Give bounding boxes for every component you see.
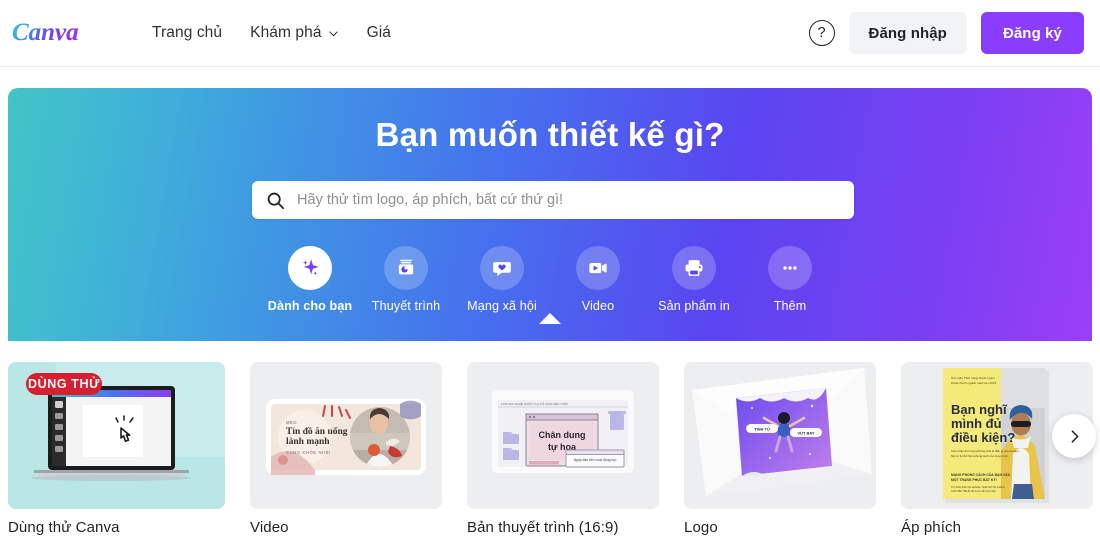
sparkle-icon bbox=[288, 246, 332, 290]
nav-item-explore-label: Khám phá bbox=[250, 24, 322, 41]
category-tab-video-label: Video bbox=[581, 299, 615, 313]
login-button[interactable]: Đăng nhập bbox=[848, 12, 967, 54]
presentation-chart-icon bbox=[384, 246, 428, 290]
nav-item-explore[interactable]: Khám phá bbox=[236, 16, 352, 50]
canva-homepage: Canva Trang chủ Khám phá Giá ? Đăng nhập… bbox=[0, 0, 1100, 538]
category-tab-presentation[interactable]: Thuyết trình bbox=[358, 246, 454, 313]
svg-text:TINH TÚ: TINH TÚ bbox=[754, 427, 770, 432]
svg-text:Tín đồ ăn uống: Tín đồ ăn uống bbox=[286, 426, 348, 437]
svg-text:điều kiện?: điều kiện? bbox=[951, 430, 1015, 445]
more-dots-icon bbox=[768, 246, 812, 290]
svg-text:VÚT BAY: VÚT BAY bbox=[797, 431, 815, 436]
hero-banner: Bạn muốn thiết kế gì? Dành bbox=[8, 88, 1092, 341]
site-header: Canva Trang chủ Khám phá Giá ? Đăng nhập… bbox=[0, 0, 1100, 66]
svg-text:Bạn nghĩ: Bạn nghĩ bbox=[951, 402, 1008, 417]
template-card-thumbnail[interactable]: LỚP HỌC NGHỆ THUẬT CỦA CÔ GIÁO HIỀN TUẤN bbox=[467, 362, 659, 509]
category-tab-more[interactable]: Thêm bbox=[742, 246, 838, 313]
signup-button[interactable]: Đăng ký bbox=[980, 12, 1084, 54]
nav-item-home-label: Trang chủ bbox=[152, 24, 223, 41]
svg-text:lành mạnh: lành mạnh bbox=[286, 437, 330, 447]
svg-text:MỘT TRANG PHỤC BẤT KỲ!: MỘT TRANG PHỤC BẤT KỲ! bbox=[951, 477, 997, 482]
search-bar[interactable] bbox=[252, 181, 854, 219]
template-card-row: DÙNG THỬ Dùng thử Canva MẸO Tín đồ ăn uố… bbox=[8, 362, 1100, 538]
category-tab-print-label: Sản phẩm in bbox=[658, 299, 730, 313]
svg-text:Tìm hiểu thêm tại website, hoặ: Tìm hiểu thêm tại website, hoặc liên hệ … bbox=[951, 485, 1005, 489]
template-card[interactable]: LỚP HỌC NGHỆ THUẬT CỦA CÔ GIÁO HIỀN TUẤN bbox=[467, 362, 659, 538]
svg-text:Ngày đầu tiên hoạt động lớp: Ngày đầu tiên hoạt động lớp bbox=[574, 458, 617, 462]
main-nav: Trang chủ Khám phá Giá bbox=[138, 16, 405, 50]
svg-text:LỚP HỌC NGHỆ THUẬT CỦA CÔ GIÁO: LỚP HỌC NGHỆ THUẬT CỦA CÔ GIÁO HIỀN TUẤN bbox=[501, 401, 568, 406]
nav-item-home[interactable]: Trang chủ bbox=[138, 16, 236, 50]
help-icon-glyph: ? bbox=[817, 25, 826, 41]
svg-text:mình đủ: mình đủ bbox=[951, 416, 1002, 431]
svg-text:DÙNG THỬ: DÙNG THỬ bbox=[28, 376, 100, 391]
nav-item-pricing[interactable]: Giá bbox=[353, 16, 405, 50]
canva-logo[interactable]: Canva bbox=[12, 16, 108, 50]
active-tab-pointer bbox=[539, 313, 561, 324]
chevron-right-icon bbox=[1071, 429, 1078, 443]
svg-text:Chân dung: Chân dung bbox=[539, 430, 586, 440]
category-tab-social-label: Mạng xã hội bbox=[467, 299, 537, 313]
svg-text:MẸO: MẸO bbox=[286, 420, 297, 425]
template-card[interactable]: DÙNG THỬ Dùng thử Canva bbox=[8, 362, 225, 538]
category-tab-more-label: Thêm bbox=[773, 299, 807, 313]
video-camera-icon bbox=[576, 246, 620, 290]
template-card-thumbnail[interactable]: TINH TÚ VÚT BAY bbox=[684, 362, 876, 509]
template-card[interactable]: MẸO Tín đồ ăn uống lành mạnh CÙNG KHỎE N… bbox=[250, 362, 442, 538]
template-card-thumbnail[interactable]: DÙNG THỬ bbox=[8, 362, 225, 509]
category-tab-for-you[interactable]: Dành cho bạn bbox=[262, 246, 561, 324]
category-tab-video[interactable]: Video bbox=[550, 246, 646, 313]
svg-text:Canva: Canva bbox=[12, 19, 79, 46]
template-card-thumbnail[interactable]: MẸO Tín đồ ăn uống lành mạnh CÙNG KHỎE N… bbox=[250, 362, 442, 509]
template-card-label: Bản thuyết trình (16:9) bbox=[467, 519, 619, 536]
header-divider bbox=[0, 66, 1100, 67]
nav-item-pricing-label: Giá bbox=[366, 24, 392, 41]
header-actions: ? Đăng nhập Đăng ký bbox=[808, 12, 1084, 54]
chevron-down-icon bbox=[328, 28, 339, 39]
carousel-next-button[interactable] bbox=[1052, 414, 1096, 458]
svg-text:Học viên Thời trang Hạnh Uyên: Học viên Thời trang Hạnh Uyên bbox=[951, 376, 995, 380]
svg-text:Khóa chính ngành niên học 2021: Khóa chính ngành niên học 2021 bbox=[951, 381, 997, 385]
category-tab-print[interactable]: Sản phẩm in bbox=[646, 246, 742, 313]
page-title: Bạn muốn thiết kế gì? bbox=[375, 116, 725, 153]
svg-text:CÙNG KHỎE NHÉ!: CÙNG KHỎE NHÉ! bbox=[286, 450, 331, 455]
svg-text:MANG PHONG CÁCH CỦA BẠN VÀO: MANG PHONG CÁCH CỦA BẠN VÀO bbox=[951, 472, 1011, 477]
help-icon[interactable]: ? bbox=[808, 20, 835, 46]
template-card[interactable]: TINH TÚ VÚT BAY Logo bbox=[684, 362, 876, 538]
template-card-label: Áp phích bbox=[901, 519, 962, 536]
category-tab-presentation-label: Thuyết trình bbox=[371, 299, 441, 313]
template-card-label: Video bbox=[250, 519, 289, 536]
printer-icon bbox=[672, 246, 716, 290]
speech-bubble-heart-icon bbox=[480, 246, 524, 290]
svg-text:Cảm nhận thời trang không phải: Cảm nhận thời trang không phải là điều g… bbox=[951, 449, 1019, 453]
svg-text:0123 456 789 để được tư vấn tr: 0123 456 789 để được tư vấn trực tiếp. bbox=[951, 489, 997, 493]
search-input[interactable] bbox=[297, 181, 840, 219]
category-tabs: Dành cho bạn Thuyết trình Mạng xã hội Vi… bbox=[8, 246, 1092, 324]
template-card-label: Dùng thử Canva bbox=[8, 519, 120, 536]
template-card-label: Logo bbox=[684, 519, 718, 536]
category-tab-social[interactable]: Mạng xã hội bbox=[454, 246, 550, 313]
svg-text:hãy tự tin thể hiện phong cách: hãy tự tin thể hiện phong cách của riêng… bbox=[951, 454, 1009, 458]
category-tab-for-you-label: Dành cho bạn bbox=[267, 299, 353, 313]
search-icon bbox=[266, 191, 285, 210]
